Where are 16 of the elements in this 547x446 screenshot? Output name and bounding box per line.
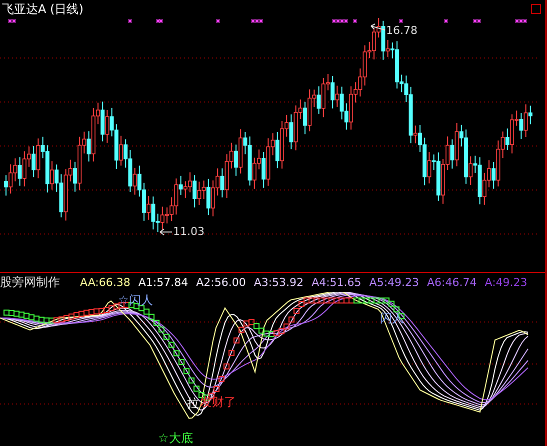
indicator-value: AA:66.38 — [80, 276, 130, 289]
leader-line — [160, 228, 172, 236]
indicator-value: A1:57.84 — [138, 276, 188, 289]
square-icon[interactable] — [531, 4, 541, 14]
chart-title: 飞亚达A (日线) — [2, 1, 84, 18]
leader-line — [370, 24, 386, 30]
price-low-label: 11.03 — [173, 226, 204, 237]
indicator-value: A:49.23 — [484, 276, 528, 289]
indicator-value: A5:49.23 — [369, 276, 420, 289]
price-high-label: 16.78 — [386, 25, 418, 36]
indicator-value: A4:51.65 — [312, 276, 362, 289]
indicator-value: A2:56.00 — [196, 276, 246, 289]
indicator-value: A3:53.92 — [254, 276, 304, 289]
indicator-name: 股旁网制作 — [0, 276, 60, 289]
signal-label: ☆大底 — [158, 432, 193, 444]
indicator-value: A6:46.74 — [427, 276, 477, 289]
